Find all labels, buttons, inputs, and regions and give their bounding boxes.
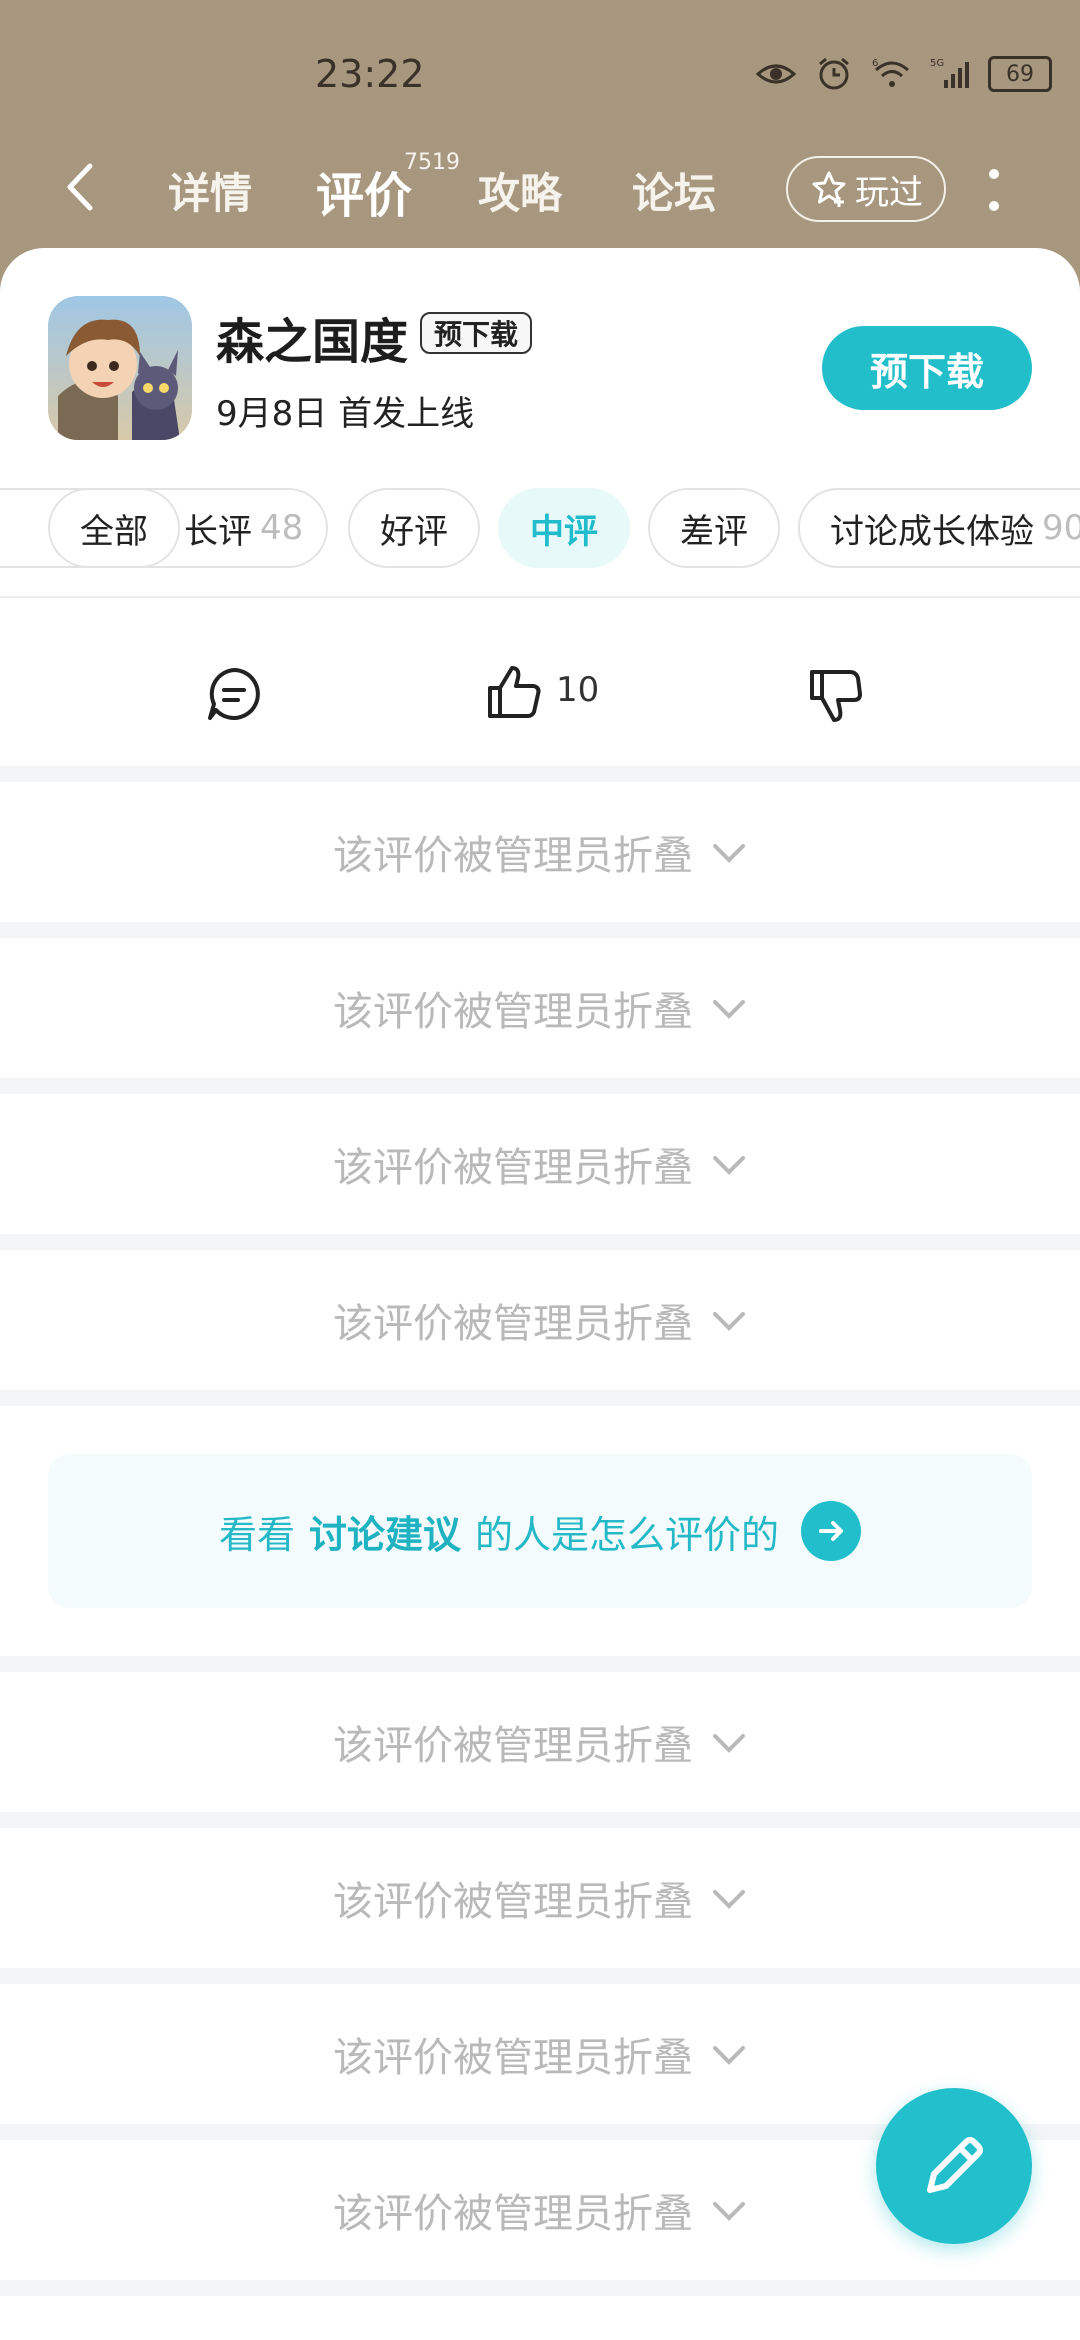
write-review-button[interactable] [876,2088,1032,2244]
promo-highlight: 讨论建议 [308,1512,461,1557]
chevron-down-icon [713,1000,745,1019]
chip-label: 好评 [380,511,448,552]
alarm-icon [819,57,849,90]
section-gap [0,1390,1080,1406]
reviews-count-badge: 7519 [404,150,460,175]
folded-review[interactable]: 该评价被管理员折叠 [0,1094,1080,1234]
folded-review[interactable]: 该评价被管理员折叠 [0,1672,1080,1812]
chevron-down-icon [713,1156,745,1175]
thumbs-up-icon[interactable] [484,662,544,722]
signal-icon: 5G [930,58,969,88]
header-background [0,0,1080,290]
section-gap [0,766,1080,782]
predownload-button[interactable]: 预下载 [822,326,1032,410]
status-time: 23:22 [315,52,425,96]
folded-review-text: 该评价被管理员折叠 [333,1301,693,1347]
tab-details[interactable]: 详情 [168,160,252,221]
tab-forum[interactable]: 论坛 [632,160,716,221]
thumbs-down-icon[interactable] [806,666,866,726]
top-navigation: 详情 评价 7519 攻略 论坛 玩过 [0,150,1080,230]
wifi-badge-text: 6 [872,58,878,69]
status-bar-icons: 6 5G 69 [756,56,1052,92]
star-add-icon [812,171,846,207]
chevron-down-icon [713,844,745,863]
chevron-down-icon [713,2046,745,2065]
folded-review[interactable]: 该评价被管理员折叠 [0,782,1080,922]
section-gap [0,1968,1080,1984]
folded-review-text: 该评价被管理员折叠 [333,989,693,1035]
chip-label: 全部 [80,511,148,552]
predownload-tag: 预下载 [420,312,533,354]
promo-prefix: 看看 [218,1512,295,1557]
like-count: 10 [556,670,600,710]
folded-review-text: 该评价被管理员折叠 [333,833,693,879]
chip-label: 长评 [184,511,252,552]
chevron-down-icon [713,1734,745,1753]
section-gap [0,1078,1080,1094]
played-label: 玩过 [855,172,923,213]
filter-chip-all[interactable]: 全部 [48,488,180,568]
tab-guides[interactable]: 攻略 [478,160,562,221]
promo-suffix: 的人是怎么评价的 [475,1512,780,1557]
chip-label: 差评 [680,511,748,552]
folded-review[interactable]: 该评价被管理员折叠 [0,938,1080,1078]
back-arrow-icon[interactable] [60,162,100,212]
filter-chip-neutral[interactable]: 中评 [498,488,630,568]
folded-review-text: 该评价被管理员折叠 [333,1879,693,1925]
filter-chip-negative[interactable]: 差评 [648,488,780,568]
chevron-down-icon [713,1890,745,1909]
game-title: 森之国度 [216,314,409,370]
chip-count: 48 [260,508,304,548]
tab-reviews[interactable]: 评价 [316,156,412,226]
eye-icon [756,64,796,84]
review-action-bar: 10 [0,598,1080,766]
folded-review-text: 该评价被管理员折叠 [333,1145,693,1191]
folded-review[interactable]: 该评价被管理员折叠 [0,1828,1080,1968]
folded-review[interactable]: 该评价被管理员折叠 [0,1250,1080,1390]
filter-chip-positive[interactable]: 好评 [348,488,480,568]
section-gap [0,922,1080,938]
release-date: 9月8日 首发上线 [216,394,475,434]
section-gap [0,2280,1080,2296]
filter-chip-growth-discussion[interactable]: 讨论成长体验 90 [798,488,1080,568]
chip-label: 中评 [530,511,598,552]
section-gap [0,1656,1080,1672]
folded-review-text: 该评价被管理员折叠 [333,1723,693,1769]
section-gap [0,1234,1080,1250]
more-options-icon[interactable] [986,168,1002,212]
played-button[interactable]: 玩过 [786,156,946,222]
wifi-icon: 6 [872,58,909,87]
chip-label: 讨论成长体验 [830,511,1034,552]
chip-count: 90 [1042,508,1080,548]
pencil-icon [927,2137,983,2193]
folded-review-text: 该评价被管理员折叠 [333,2035,693,2081]
chevron-down-icon [713,1312,745,1331]
battery-icon: 69 [988,56,1052,92]
comment-icon[interactable] [204,664,264,724]
folded-review-text: 该评价被管理员折叠 [333,2191,693,2237]
section-gap [0,1812,1080,1828]
review-filter-chips: 长评 48 全部 好评 中评 差评 讨论成长体验 90 [0,488,1080,574]
arrow-right-icon [801,1501,862,1561]
discussion-promo-banner[interactable]: 看看 讨论建议 的人是怎么评价的 [48,1454,1032,1608]
network-type-text: 5G [930,58,944,69]
game-icon-image[interactable] [48,296,192,440]
chevron-down-icon [713,2202,745,2221]
